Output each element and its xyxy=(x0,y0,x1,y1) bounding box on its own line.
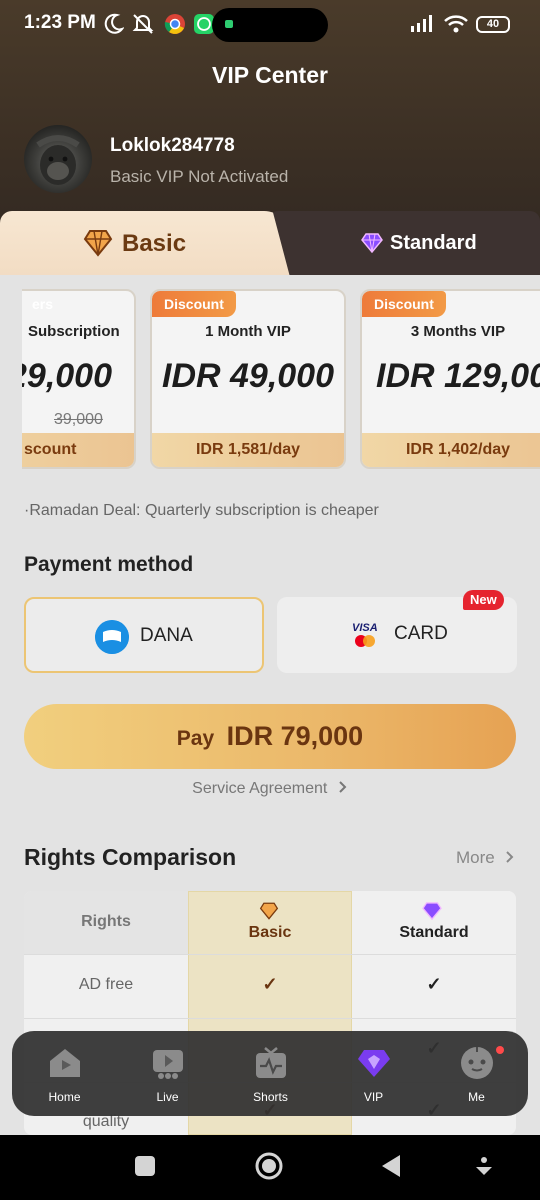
system-nav-bar xyxy=(0,1135,540,1200)
signal-icon xyxy=(411,15,432,32)
nav-vip[interactable]: VIP xyxy=(322,1031,425,1116)
nav-home[interactable]: Home xyxy=(13,1031,116,1116)
moon-icon xyxy=(104,13,124,34)
tab-basic-label: Basic xyxy=(122,230,187,257)
diamond-orange-icon xyxy=(259,902,279,920)
payment-option-dana[interactable]: DANA xyxy=(24,597,264,673)
plan-price-per-day: IDR 1,402/day xyxy=(362,433,540,467)
plan-card-3-months[interactable]: Discount 3 Months VIP IDR 129,000 IDR 1,… xyxy=(360,289,540,469)
row-divider xyxy=(24,954,516,955)
diamond-orange-icon xyxy=(83,230,113,257)
home-icon xyxy=(50,1049,80,1077)
nav-label: Home xyxy=(48,1090,81,1104)
mute-bell-icon xyxy=(132,14,154,34)
vip-diamond-icon xyxy=(358,1050,390,1077)
username: Loklok284778 xyxy=(110,135,235,156)
plan-name: 3 Months VIP xyxy=(410,323,506,340)
recording-dot xyxy=(225,20,233,28)
payment-label: DANA xyxy=(140,625,193,646)
svg-text:VISA: VISA xyxy=(352,622,378,634)
notification-dot xyxy=(496,1046,504,1054)
plan-footer: scount xyxy=(22,433,134,467)
plan-card-1-month[interactable]: Discount 1 Month VIP IDR 49,000 IDR 1,58… xyxy=(150,289,346,469)
standard-header: Standard xyxy=(399,924,469,941)
more-label: More xyxy=(456,848,495,867)
plan-original-price: 39,000 xyxy=(54,411,103,428)
plan-price: IDR 129,000 xyxy=(376,357,540,395)
keyboard-hide-icon[interactable] xyxy=(474,1155,494,1179)
back-icon[interactable] xyxy=(380,1153,402,1179)
nav-me[interactable]: Me xyxy=(425,1031,528,1116)
status-time: 1:23 PM xyxy=(24,12,96,33)
badge-text: ers xyxy=(32,296,54,312)
pay-button[interactable]: Pay IDR 79,000 xyxy=(24,704,516,769)
chevron-right-icon xyxy=(339,781,347,793)
new-badge: New xyxy=(463,590,504,610)
pay-label: Pay xyxy=(176,727,215,750)
chrome-icon xyxy=(164,14,185,34)
page-title: VIP Center xyxy=(212,62,328,88)
visa-mastercard-icon: VISA xyxy=(352,622,378,647)
payment-label: CARD xyxy=(394,623,448,644)
plan-name: Subscription xyxy=(28,323,120,340)
service-agreement-label: Service Agreement xyxy=(192,780,328,797)
dana-icon xyxy=(95,620,129,654)
home-button-icon[interactable] xyxy=(254,1151,284,1181)
tab-standard-label: Standard xyxy=(390,232,477,254)
nav-label: VIP xyxy=(363,1090,384,1104)
plan-price: 29,000 xyxy=(22,357,112,395)
avatar[interactable] xyxy=(24,125,92,193)
wifi-icon xyxy=(444,15,468,33)
discount-badge: Discount xyxy=(362,291,446,317)
plan-card-subscription[interactable]: ers Subscription 29,000 39,000 scount xyxy=(22,289,136,469)
nav-label: Live xyxy=(156,1090,179,1104)
rights-comparison-title: Rights Comparison xyxy=(24,844,237,870)
standard-check-icon: ✓ xyxy=(426,974,442,994)
discount-badge: Discount xyxy=(152,291,236,317)
nav-label: Shorts xyxy=(253,1090,288,1104)
nav-shorts[interactable]: Shorts xyxy=(219,1031,322,1116)
plan-name: 1 Month VIP xyxy=(205,323,291,340)
payment-method-title: Payment method xyxy=(24,553,194,576)
plan-carousel[interactable]: ers Subscription 29,000 39,000 scount Di… xyxy=(22,282,540,478)
right-name: AD free xyxy=(78,976,134,993)
more-link[interactable]: More xyxy=(456,848,515,868)
rights-header: Rights xyxy=(81,913,131,930)
recent-apps-icon[interactable] xyxy=(134,1155,156,1177)
diamond-purple-icon xyxy=(361,233,383,253)
bottom-nav: Home Live Shorts VIP Me xyxy=(12,1031,528,1116)
vip-status-text: Basic VIP Not Activated xyxy=(110,167,289,186)
live-icon xyxy=(153,1050,183,1079)
standard-header-cell xyxy=(352,891,516,954)
shorts-icon xyxy=(256,1047,286,1078)
plan-price: IDR 49,000 xyxy=(162,357,334,395)
basic-check-icon: ✓ xyxy=(262,974,278,994)
service-agreement-link[interactable]: Service Agreement xyxy=(0,780,540,798)
basic-header: Basic xyxy=(248,924,292,941)
pay-amount: IDR 79,000 xyxy=(226,721,364,751)
battery-indicator: 40 xyxy=(476,16,510,33)
diamond-purple-icon xyxy=(422,902,442,920)
chevron-right-icon xyxy=(506,851,514,863)
status-bar: 1:23 PM 40 xyxy=(0,0,540,50)
deal-note: ·Ramadan Deal: Quarterly subscription is… xyxy=(24,502,379,519)
nav-label: Me xyxy=(468,1090,485,1104)
chimpanzee-avatar-icon xyxy=(36,135,80,185)
me-icon xyxy=(461,1047,493,1079)
plan-price-per-day: IDR 1,581/day xyxy=(152,433,344,467)
nav-live[interactable]: Live xyxy=(116,1031,219,1116)
row-divider xyxy=(24,1018,516,1019)
